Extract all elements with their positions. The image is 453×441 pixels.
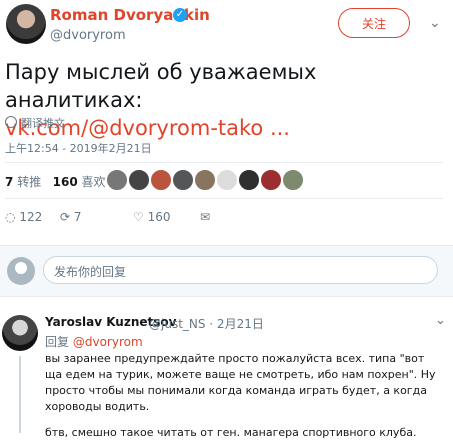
avatar[interactable] <box>2 315 38 351</box>
reply-count: 122 <box>19 210 43 224</box>
reply-text: вы заранее предупреждайте просто пожалуй… <box>45 351 441 441</box>
retweet-action-count: 7 <box>73 210 82 224</box>
replying-prefix: 回复 <box>45 335 70 349</box>
liker-avatar[interactable] <box>150 169 172 191</box>
globe-icon <box>5 116 17 128</box>
main-tweet: Roman Dvoryankin ✓ @dvoryrom 关注 ⌄ Пару м… <box>0 0 453 260</box>
tweet-author-handle[interactable]: @dvoryrom <box>50 28 126 43</box>
chevron-down-icon[interactable]: ⌄ <box>435 313 446 328</box>
liker-avatar[interactable] <box>216 169 238 191</box>
reply-action[interactable]: ◌ 122 <box>5 210 42 224</box>
heart-icon: ♡ <box>133 210 144 224</box>
liker-avatar[interactable] <box>194 169 216 191</box>
reply-input[interactable]: 发布你的回复 <box>43 256 438 284</box>
liker-avatar[interactable] <box>260 169 282 191</box>
reply-composer: 发布你的回复 <box>0 245 453 297</box>
chevron-down-icon[interactable]: ⌄ <box>429 15 441 31</box>
translate-link[interactable]: 翻译推文 <box>5 115 65 131</box>
like-action-count: 160 <box>147 210 171 224</box>
liker-avatar[interactable] <box>238 169 260 191</box>
liker-avatar[interactable] <box>128 169 150 191</box>
tweet-stats: 7 转推 160 喜欢 <box>5 173 106 190</box>
tweet-text-line: Пару мыслей об уважаемых аналитиках: <box>5 60 317 112</box>
tweet-date: 上午12:54 - 2019年2月21日 <box>5 142 152 155</box>
like-action[interactable]: ♡ 160 <box>133 210 171 224</box>
liker-avatar[interactable] <box>172 169 194 191</box>
retweet-count[interactable]: 7 <box>5 175 13 189</box>
reply-text-paragraph: вы заранее предупреждайте просто пожалуй… <box>45 352 436 413</box>
retweet-icon: ⟳ <box>60 210 71 224</box>
retweet-label[interactable]: 转推 <box>17 175 41 189</box>
translate-label[interactable]: 翻译推文 <box>21 117 65 130</box>
liker-avatar[interactable] <box>282 169 304 191</box>
tweet-text: Пару мыслей об уважаемых аналитиках: vk.… <box>5 58 445 142</box>
thread-line <box>19 356 21 433</box>
avatar[interactable] <box>6 4 46 44</box>
reply-text-paragraph: бтв, смешно такое читать от ген. манагер… <box>45 426 417 439</box>
replying-to: 回复 @dvoryrom <box>45 333 143 350</box>
divider <box>5 198 443 199</box>
like-label[interactable]: 喜欢 <box>82 175 106 189</box>
message-icon: ✉ <box>200 210 211 224</box>
follow-button[interactable]: 关注 <box>338 8 410 38</box>
tweet-actions: ◌ 122 ⟳ 7 ♡ 160 ✉ <box>5 210 255 230</box>
divider <box>5 162 443 163</box>
reply-author-handle[interactable]: @just_NS · 2月21日 <box>149 315 264 332</box>
avatar <box>7 257 35 285</box>
verified-icon: ✓ <box>173 8 187 22</box>
retweet-action[interactable]: ⟳ 7 <box>60 210 82 224</box>
like-count[interactable]: 160 <box>53 175 78 189</box>
liker-avatar[interactable] <box>106 169 128 191</box>
reply-icon: ◌ <box>5 210 16 224</box>
reply-tweet: Yaroslav Kuznetsov @just_NS · 2月21日 ⌄ 回复… <box>0 298 453 439</box>
replying-handle[interactable]: @dvoryrom <box>73 335 143 349</box>
message-action[interactable]: ✉ <box>200 210 210 224</box>
